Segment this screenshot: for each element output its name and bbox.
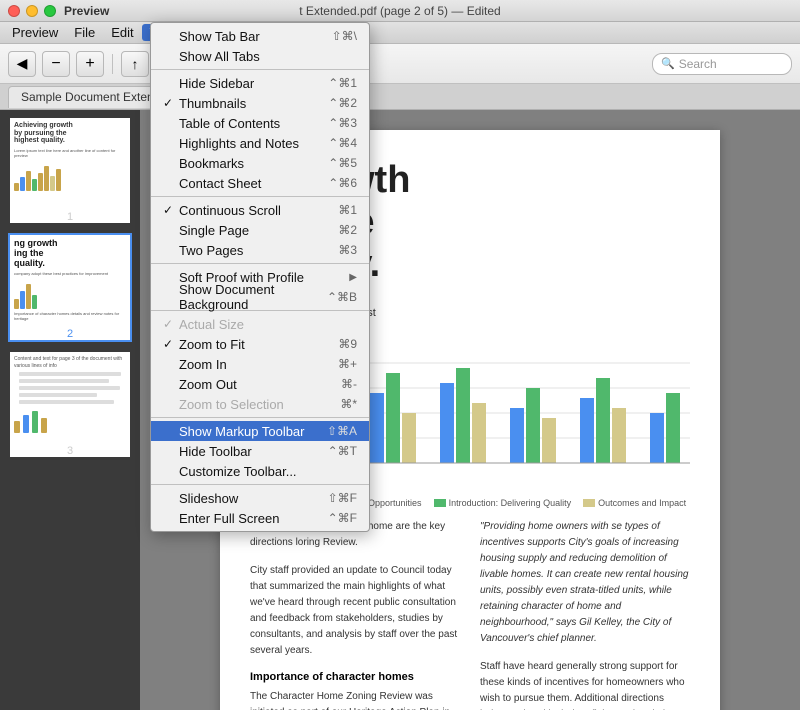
menu-separator [151,69,369,70]
menu-shortcut-contact-sheet: ⌃⌘6 [328,176,357,190]
menu-label-bookmarks: Bookmarks [179,156,320,171]
menu-checkmark-continuous-scroll: ✓ [163,203,179,217]
menu-shortcut-hide-toolbar: ⌃⌘T [328,444,357,458]
menu-shortcut-thumbnails: ⌃⌘2 [328,96,357,110]
menu-item-highlights-notes[interactable]: Highlights and Notes ⌃⌘4 [151,133,369,153]
menu-shortcut-slideshow: ⇧⌘F [328,491,357,505]
menu-item-table-of-contents[interactable]: Table of Contents ⌃⌘3 [151,113,369,133]
menu-label-zoom-in: Zoom In [179,357,330,372]
menu-item-contact-sheet[interactable]: Contact Sheet ⌃⌘6 [151,173,369,193]
menu-label-continuous-scroll: Continuous Scroll [179,203,330,218]
menu-item-show-doc-bg[interactable]: Show Document Background⌃⌘B [151,287,369,307]
menu-item-single-page[interactable]: Single Page ⌘2 [151,220,369,240]
menu-label-enter-full-screen: Enter Full Screen [179,511,320,526]
menu-label-actual-size: Actual Size [179,317,357,332]
menu-shortcut-highlights-notes: ⌃⌘4 [328,136,357,150]
menu-shortcut-zoom-to-selection: ⌘* [340,397,357,411]
menu-item-hide-toolbar[interactable]: Hide Toolbar ⌃⌘T [151,441,369,461]
menu-label-hide-sidebar: Hide Sidebar [179,76,320,91]
menu-shortcut-bookmarks: ⌃⌘5 [328,156,357,170]
menu-shortcut-hide-sidebar: ⌃⌘1 [328,76,357,90]
menu-label-show-tab-bar: Show Tab Bar [179,29,324,44]
menu-item-continuous-scroll[interactable]: ✓Continuous Scroll ⌘1 [151,200,369,220]
menu-item-slideshow[interactable]: Slideshow ⇧⌘F [151,488,369,508]
menu-label-show-doc-bg: Show Document Background [179,282,319,312]
menu-shortcut-single-page: ⌘2 [338,223,357,237]
menu-label-single-page: Single Page [179,223,330,238]
menu-item-zoom-to-selection[interactable]: Zoom to Selection ⌘* [151,394,369,414]
menu-shortcut-continuous-scroll: ⌘1 [338,203,357,217]
menu-item-show-tab-bar[interactable]: Show Tab Bar ⇧⌘\ [151,26,369,46]
menu-label-show-markup-toolbar: Show Markup Toolbar [179,424,319,439]
menu-checkmark-thumbnails: ✓ [163,96,179,110]
menu-label-highlights-notes: Highlights and Notes [179,136,320,151]
menu-shortcut-zoom-out: ⌘- [341,377,357,391]
menu-label-zoom-to-fit: Zoom to Fit [179,337,330,352]
menu-arrow-soft-proof: ▶ [349,272,357,283]
menu-item-zoom-out[interactable]: Zoom Out ⌘- [151,374,369,394]
menu-separator [151,196,369,197]
menu-item-enter-full-screen[interactable]: Enter Full Screen ⌃⌘F [151,508,369,528]
menu-shortcut-show-tab-bar: ⇧⌘\ [332,29,357,43]
menu-separator [151,484,369,485]
menu-shortcut-two-pages: ⌘3 [338,243,357,257]
menu-label-table-of-contents: Table of Contents [179,116,320,131]
menu-shortcut-table-of-contents: ⌃⌘3 [328,116,357,130]
view-menu-dropdown: Show Tab Bar ⇧⌘\ Show All Tabs Hide Sidebar… [150,22,370,532]
menu-label-contact-sheet: Contact Sheet [179,176,320,191]
menu-checkmark-actual-size: ✓ [163,317,179,331]
menu-shortcut-show-markup-toolbar: ⇧⌘A [327,424,357,438]
menu-item-actual-size[interactable]: ✓Actual Size [151,314,369,334]
menu-label-zoom-out: Zoom Out [179,377,333,392]
menu-label-two-pages: Two Pages [179,243,330,258]
menu-label-hide-toolbar: Hide Toolbar [179,444,320,459]
menu-item-customize-toolbar[interactable]: Customize Toolbar... [151,461,369,481]
menu-shortcut-enter-full-screen: ⌃⌘F [328,511,357,525]
menu-item-bookmarks[interactable]: Bookmarks ⌃⌘5 [151,153,369,173]
menu-item-show-markup-toolbar[interactable]: Show Markup Toolbar ⇧⌘A [151,421,369,441]
menu-item-hide-sidebar[interactable]: Hide Sidebar ⌃⌘1 [151,73,369,93]
dropdown-overlay[interactable]: Show Tab Bar ⇧⌘\ Show All Tabs Hide Sidebar… [0,0,800,710]
menu-label-customize-toolbar: Customize Toolbar... [179,464,357,479]
menu-shortcut-zoom-in: ⌘+ [338,357,357,371]
menu-label-thumbnails: Thumbnails [179,96,320,111]
menu-separator [151,263,369,264]
menu-shortcut-zoom-to-fit: ⌘9 [338,337,357,351]
menu-label-zoom-to-selection: Zoom to Selection [179,397,332,412]
menu-item-thumbnails[interactable]: ✓Thumbnails ⌃⌘2 [151,93,369,113]
menu-label-show-all-tabs: Show All Tabs [179,49,357,64]
menu-shortcut-show-doc-bg: ⌃⌘B [327,290,357,304]
menu-item-two-pages[interactable]: Two Pages ⌘3 [151,240,369,260]
menu-item-show-all-tabs[interactable]: Show All Tabs [151,46,369,66]
menu-item-zoom-in[interactable]: Zoom In ⌘+ [151,354,369,374]
menu-checkmark-zoom-to-fit: ✓ [163,337,179,351]
menu-label-slideshow: Slideshow [179,491,320,506]
menu-item-zoom-to-fit[interactable]: ✓Zoom to Fit ⌘9 [151,334,369,354]
menu-separator [151,417,369,418]
